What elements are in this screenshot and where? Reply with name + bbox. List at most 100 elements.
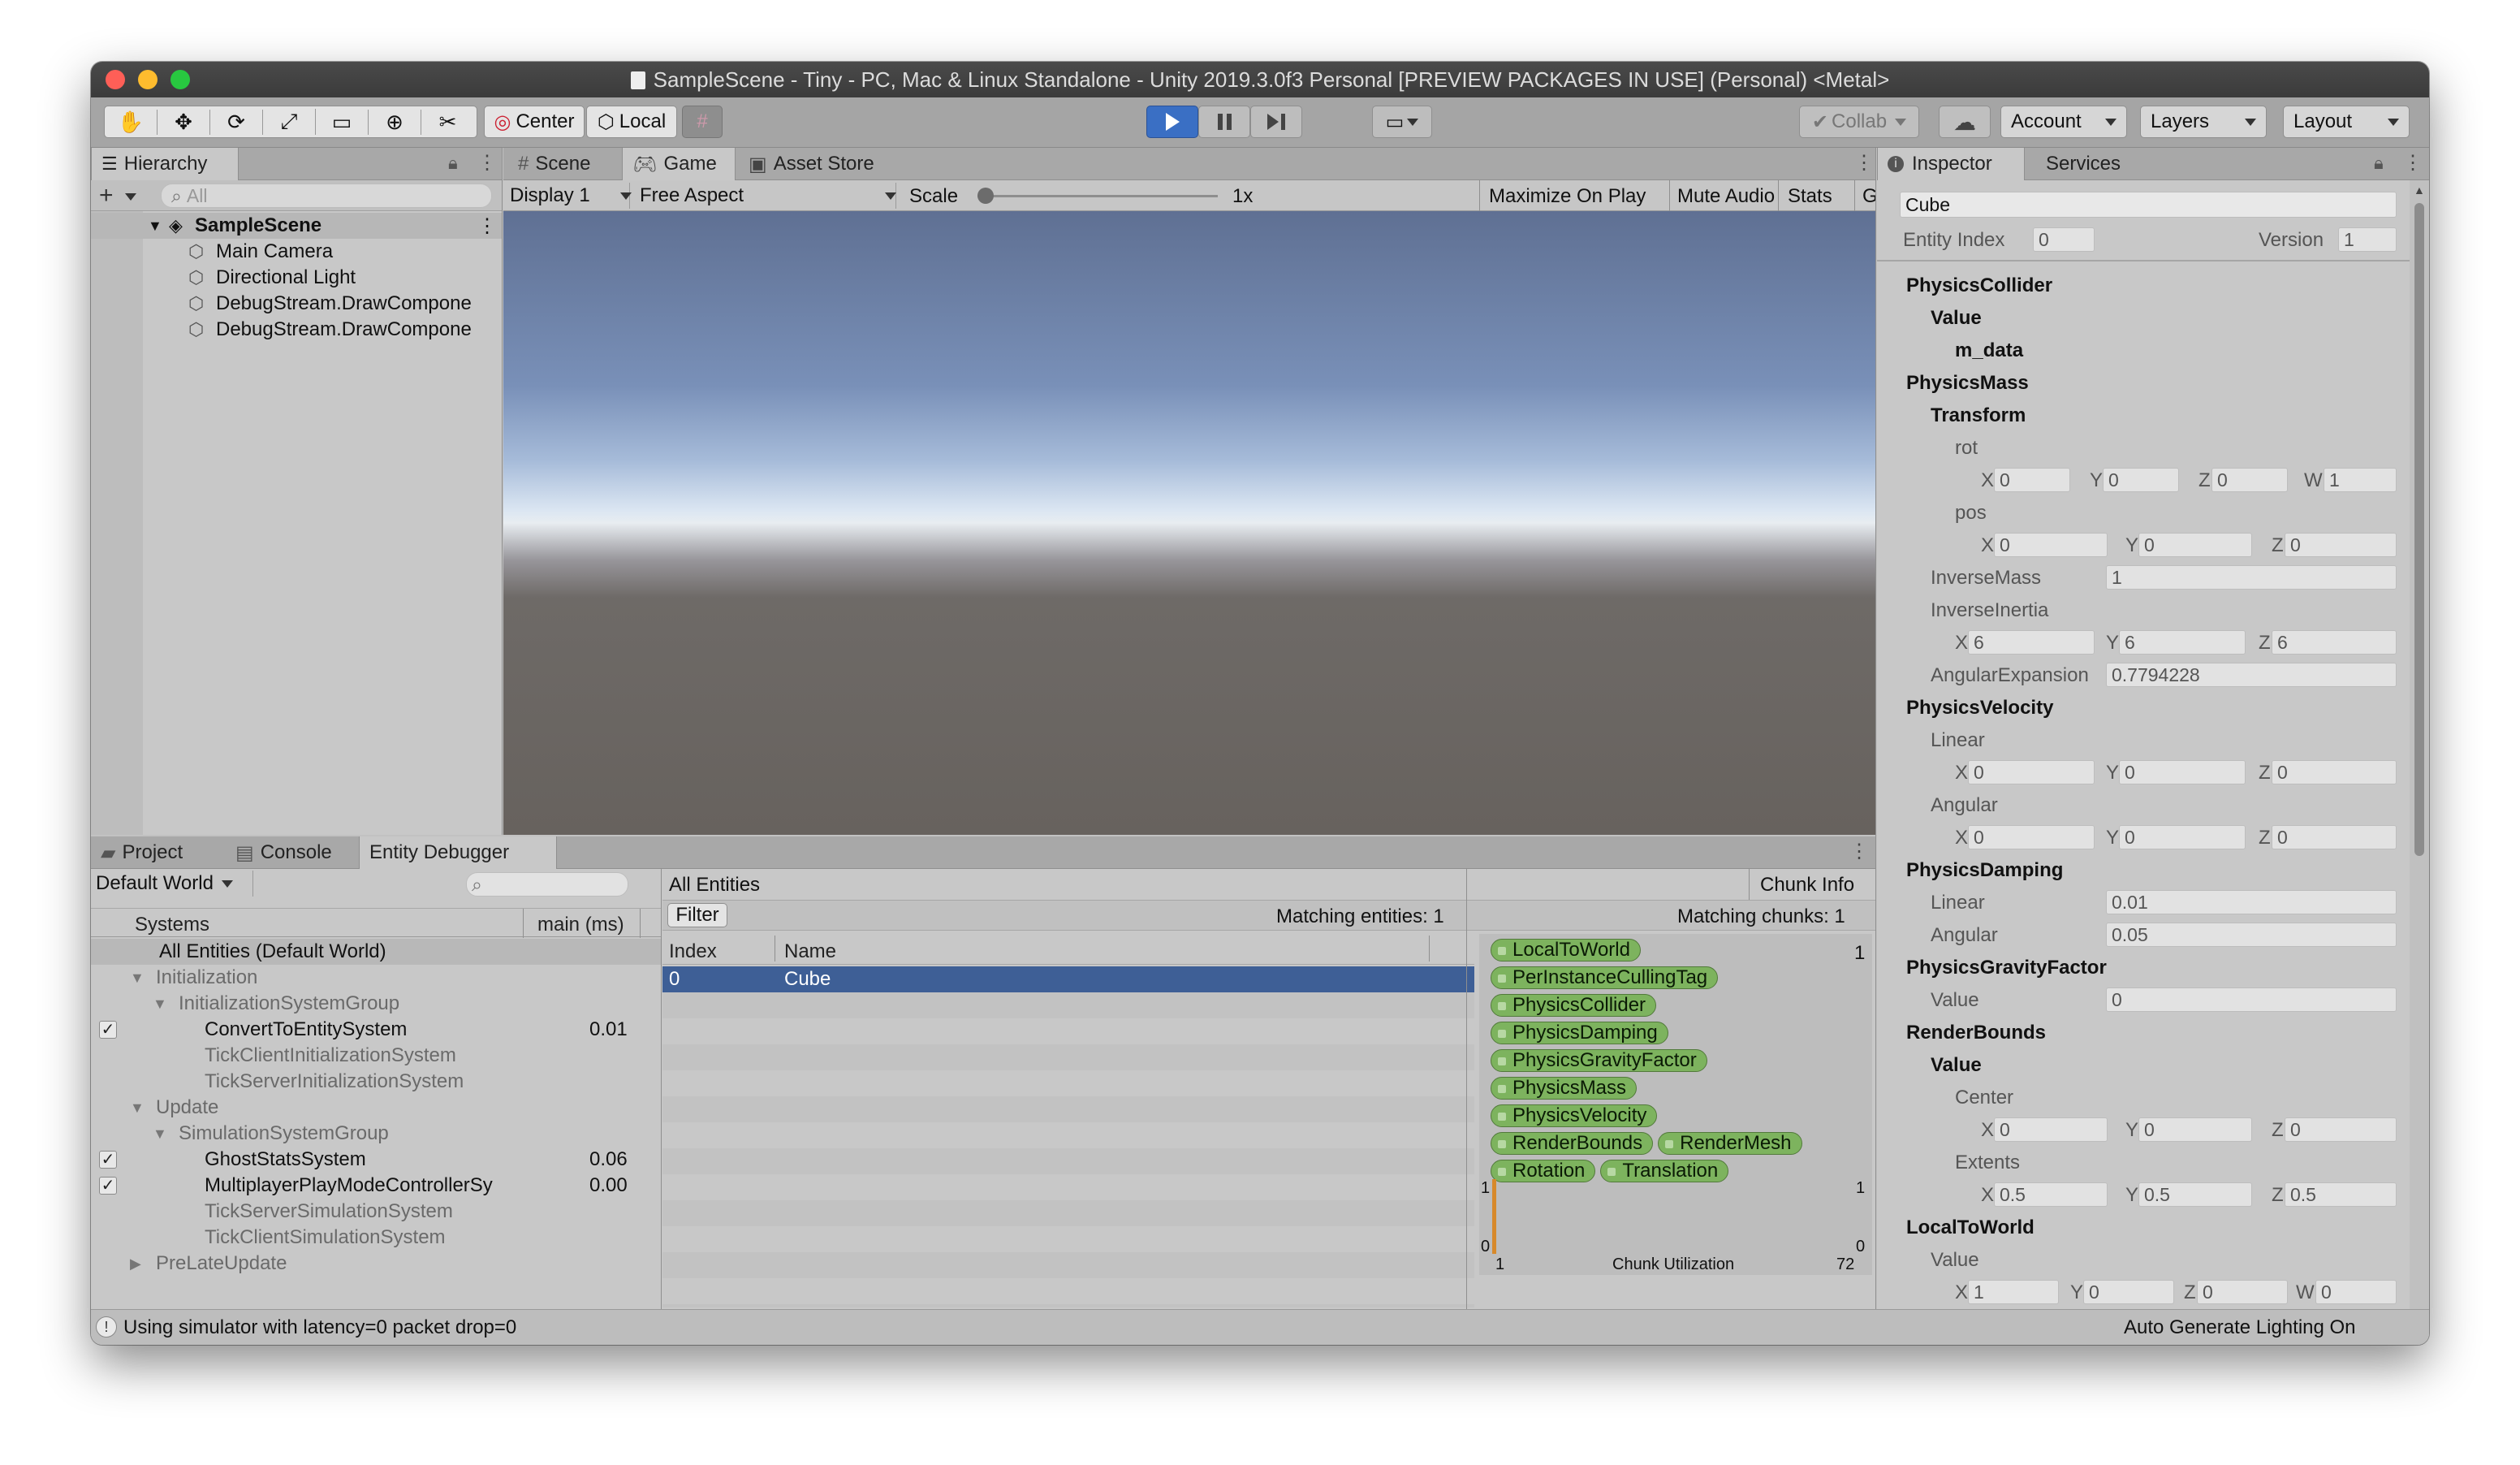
step-button[interactable] — [1250, 106, 1302, 138]
component-chip[interactable]: RenderBounds — [1491, 1132, 1654, 1155]
expand-icon[interactable]: ▼ — [153, 996, 167, 1013]
table-row[interactable]: 0 Cube — [662, 966, 1474, 992]
cloud-button[interactable]: ☁ — [1939, 106, 1991, 138]
expand-icon[interactable]: ▼ — [153, 1126, 167, 1143]
hand-icon[interactable]: ✋ — [105, 109, 158, 135]
chevron-down-icon[interactable] — [125, 193, 136, 201]
tab-scene[interactable]: # Scene — [508, 148, 622, 180]
hierarchy-item[interactable]: ⬡ DebugStream.DrawCompone — [91, 291, 502, 317]
gravity-value-field[interactable]: 0 — [2106, 987, 2397, 1012]
divider[interactable] — [502, 148, 503, 835]
hierarchy-item[interactable]: ⬡ DebugStream.DrawCompone — [91, 317, 502, 343]
inertia-y-field[interactable]: 6 — [2119, 630, 2246, 655]
pivot-mode-button[interactable]: ◎ Center — [484, 106, 585, 138]
auto-generate-lighting-status[interactable]: Auto Generate Lighting On — [2124, 1316, 2356, 1339]
linear-x-field[interactable]: 0 — [1968, 760, 2095, 784]
component-chip[interactable]: LocalToWorld — [1491, 939, 1641, 962]
system-row[interactable]: ✓ ConvertToEntitySystem 0.01 — [91, 1017, 661, 1043]
status-message[interactable]: Using simulator with latency=0 packet dr… — [123, 1316, 516, 1339]
display-dropdown[interactable]: Display 1 — [503, 183, 632, 209]
divider[interactable] — [1875, 148, 1876, 1333]
chunk-info-toggle[interactable]: Chunk Info — [1760, 874, 1854, 897]
device-simulator-button[interactable]: ▭ — [1372, 106, 1432, 138]
account-dropdown[interactable]: Account — [2000, 106, 2127, 138]
entity-name-field[interactable]: Cube — [1900, 192, 2397, 218]
component-chip[interactable]: PhysicsDamping — [1491, 1022, 1668, 1044]
system-enabled-checkbox[interactable]: ✓ — [99, 1021, 117, 1039]
inverse-mass-field[interactable]: 1 — [2106, 565, 2397, 590]
game-viewport[interactable] — [503, 211, 1875, 835]
angular-expansion-field[interactable]: 0.7794228 — [2106, 663, 2397, 687]
extents-x-field[interactable]: 0.5 — [1994, 1182, 2108, 1207]
component-chip[interactable]: PerInstanceCullingTag — [1491, 966, 1719, 989]
pivot-rotation-button[interactable]: ⬡ Local — [586, 106, 677, 138]
tab-hierarchy[interactable]: ☰ Hierarchy — [91, 148, 239, 180]
rot-x-field[interactable]: 0 — [1994, 468, 2070, 492]
tab-asset-store[interactable]: ▣ Asset Store — [739, 148, 901, 180]
collapse-icon[interactable]: ▶ — [130, 1255, 141, 1273]
rot-z-field[interactable]: 0 — [2211, 468, 2288, 492]
inertia-z-field[interactable]: 6 — [2272, 630, 2397, 655]
rot-w-field[interactable]: 1 — [2324, 468, 2397, 492]
move-icon[interactable]: ✥ — [158, 109, 210, 135]
ltw-x-field[interactable]: 1 — [1968, 1280, 2059, 1304]
grid-snap-button[interactable]: # — [682, 106, 723, 138]
system-row[interactable]: ✓ MultiplayerPlayModeControllerSy 0.00 — [91, 1173, 661, 1199]
component-chip[interactable]: PhysicsVelocity — [1491, 1104, 1658, 1127]
inspector-scrollbar[interactable]: ▲ ▼ — [2410, 180, 2429, 1345]
hierarchy-item[interactable]: ⬡ Main Camera — [91, 239, 502, 265]
layers-dropdown[interactable]: Layers — [2140, 106, 2267, 138]
more-options-icon[interactable]: ⋮ — [1849, 840, 1869, 863]
ltw-z-field[interactable]: 0 — [2197, 1280, 2288, 1304]
system-row[interactable]: ▼ InitializationSystemGroup — [91, 991, 661, 1017]
center-z-field[interactable]: 0 — [2285, 1117, 2397, 1142]
tab-services[interactable]: Services — [2036, 148, 2150, 180]
component-chip[interactable]: PhysicsCollider — [1491, 994, 1657, 1017]
angular-y-field[interactable]: 0 — [2119, 825, 2246, 849]
more-options-icon[interactable]: ⋮ — [477, 151, 497, 175]
tab-inspector[interactable]: i Inspector — [1877, 148, 2025, 180]
component-chip[interactable]: Translation — [1600, 1160, 1729, 1182]
center-x-field[interactable]: 0 — [1994, 1117, 2108, 1142]
scroll-up-icon[interactable]: ▲ — [2414, 184, 2425, 197]
damping-linear-field[interactable]: 0.01 — [2106, 890, 2397, 914]
tab-console[interactable]: ▤ Console — [226, 836, 356, 869]
more-options-icon[interactable]: ⋮ — [477, 214, 497, 238]
scale-slider-thumb[interactable] — [977, 188, 994, 204]
component-chip[interactable]: PhysicsGravityFactor — [1491, 1049, 1707, 1072]
rot-y-field[interactable]: 0 — [2103, 468, 2179, 492]
rect-icon[interactable]: ▭ — [316, 109, 369, 135]
layout-dropdown[interactable]: Layout — [2283, 106, 2410, 138]
collab-button[interactable]: ✔ Collab — [1799, 106, 1919, 138]
transform-icon[interactable]: ⊕ — [369, 109, 421, 135]
expand-icon[interactable]: ▼ — [148, 218, 162, 235]
component-chip[interactable]: PhysicsMass — [1491, 1077, 1638, 1100]
extents-z-field[interactable]: 0.5 — [2285, 1182, 2397, 1207]
archetype-box[interactable]: 1 LocalToWorld PerInstanceCullingTag Physi… — [1479, 934, 1872, 1275]
pos-x-field[interactable]: 0 — [1994, 533, 2108, 557]
damping-angular-field[interactable]: 0.05 — [2106, 923, 2397, 947]
system-row[interactable]: TickClientInitializationSystem — [91, 1043, 661, 1069]
lock-icon[interactable]: 🔒︎ — [2374, 153, 2384, 174]
system-row[interactable]: ▼ Update — [91, 1095, 661, 1121]
scale-icon[interactable]: ⤢ — [263, 109, 316, 135]
expand-icon[interactable]: ▼ — [130, 970, 145, 987]
linear-y-field[interactable]: 0 — [2119, 760, 2246, 784]
more-options-icon[interactable]: ⋮ — [1854, 151, 1874, 175]
pause-button[interactable] — [1198, 106, 1250, 138]
scale-slider[interactable] — [977, 188, 1218, 204]
angular-x-field[interactable]: 0 — [1968, 825, 2095, 849]
extents-y-field[interactable]: 0.5 — [2138, 1182, 2252, 1207]
scene-row[interactable]: ▼ ◈ SampleScene ⋮ — [91, 213, 502, 239]
hierarchy-item[interactable]: ⬡ Directional Light — [91, 265, 502, 291]
aspect-dropdown[interactable]: Free Aspect — [633, 183, 896, 209]
pos-z-field[interactable]: 0 — [2285, 533, 2397, 557]
filter-button[interactable]: Filter — [667, 903, 727, 927]
rotate-icon[interactable]: ⟳ — [210, 109, 263, 135]
maximize-on-play-toggle[interactable]: Maximize On Play — [1489, 185, 1646, 208]
world-dropdown[interactable]: Default World — [91, 871, 253, 897]
custom-tool-icon[interactable]: ✂ — [421, 110, 474, 135]
system-enabled-checkbox[interactable]: ✓ — [99, 1151, 117, 1169]
lock-icon[interactable]: 🔒︎ — [448, 153, 458, 174]
mute-audio-toggle[interactable]: Mute Audio — [1677, 185, 1775, 208]
